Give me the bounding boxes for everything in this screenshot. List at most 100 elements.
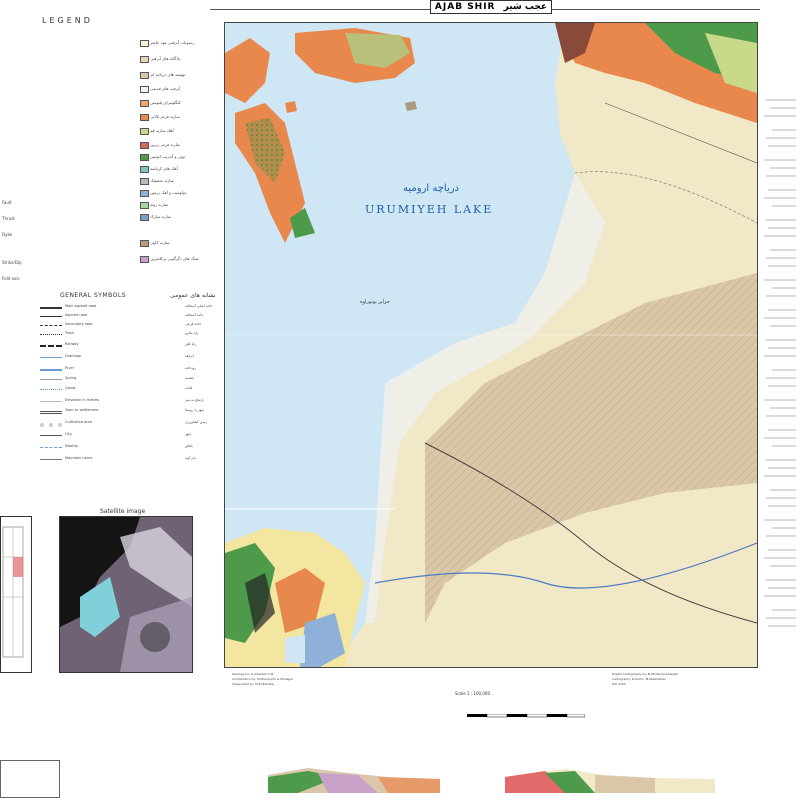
symbol-label-fa: چشمه <box>185 376 195 380</box>
map-canvas: دریاچه ارومیه URUMIYEH LAKE جزایر بوتورا… <box>225 23 757 667</box>
scale-bar <box>467 703 586 718</box>
cross-section-b <box>505 763 715 793</box>
legend-swatch <box>140 100 149 107</box>
symbol-label-fa: قنات <box>185 386 193 390</box>
symbol-label-fa: جاده آسفالته <box>185 313 204 317</box>
symbol-row: City شهر <box>40 432 220 439</box>
credit-right-1: Digital Cartography by: M.Mohammadzadeh <box>612 672 679 676</box>
credit-right-3: GSI 2003 <box>612 682 626 686</box>
legend-swatch <box>140 72 149 79</box>
legend-item: توف و آندزیت ائوسن <box>150 154 186 159</box>
credit-left-3: Supervised by: M.E.Mahdavi <box>232 682 275 686</box>
legend-item: سازند قرمز زیرین <box>150 142 181 147</box>
symbol-row: Town or settlement شهر یا روستا <box>40 408 220 415</box>
symbol-label: City <box>65 432 72 436</box>
symbol-label-fa: باتلاق <box>185 444 193 448</box>
legend-item: رسوبات آبرفتی عهد حاضر <box>150 40 194 45</box>
cross-section-a <box>268 763 440 793</box>
legend-swatch <box>140 190 149 197</box>
symbol-row: Elevation in metres ارتفاع به متر <box>40 398 220 405</box>
legend-item: آهک سازند قم <box>150 128 174 133</box>
symbol-row: Cultivated area زمین کشاورزی <box>40 420 220 427</box>
symbol-row: Mountain name نام کوه <box>40 456 220 463</box>
symbol-label-fa: نام کوه <box>185 456 196 460</box>
legend-swatch <box>140 256 149 263</box>
symbol-label: Drainage <box>65 354 81 358</box>
symbol-row: Spring چشمه <box>40 376 220 383</box>
legend-swatch <box>140 214 149 221</box>
legend-swatch <box>140 86 149 93</box>
credit-left-2: Contribution by: M.Mehrparto & Mohajjel <box>232 677 293 681</box>
geological-map[interactable]: دریاچه ارومیه URUMIYEH LAKE جزایر بوتورا… <box>224 22 758 668</box>
symbol-label: Mountain name <box>65 456 93 460</box>
legend-swatch <box>140 178 149 185</box>
symbol-row: River رودخانه <box>40 366 220 373</box>
symbol-label-fa: جاده فرعی <box>185 322 202 326</box>
symbol-label: Spring <box>65 376 77 380</box>
legend-item: سازند لالون <box>150 240 170 245</box>
satellite-canvas <box>60 517 192 672</box>
island-label: جزایر بوتوراوه <box>360 299 390 305</box>
general-symbols-title-fa: نشانه های عمومی <box>170 292 216 299</box>
legend-item: سازند قرمز بالایی <box>150 114 180 119</box>
description-column <box>762 90 798 650</box>
symbol-label: Qanat <box>65 386 76 390</box>
symbol-label-fa: ارتفاع به متر <box>185 398 204 402</box>
sw-lake-inlet <box>285 635 305 663</box>
symbol-label: Main asphalt road <box>65 304 97 308</box>
scale-label: Scale 1 : 100,000 <box>455 691 491 696</box>
symbol-label-fa: آبراهه <box>185 354 194 358</box>
general-symbols-title: GENERAL SYMBOLS <box>60 292 127 299</box>
legend-item: آبرفت های قدیمی <box>150 86 181 91</box>
credit-left-1: Geology by: G.Alizadeh S.M. <box>232 672 275 676</box>
symbol-row: Track راه مالرو <box>40 331 220 338</box>
symbol-row: Railway راه آهن <box>40 342 220 349</box>
symbol-row: Main asphalt road جاده اصلی آسفالته <box>40 304 220 311</box>
legend-item: پادگانه های آبرفتی <box>150 56 181 61</box>
legend-item: سازند شمشک <box>150 178 174 183</box>
symbol-label-fa: راه آهن <box>185 342 197 346</box>
lake-name-fa: دریاچه ارومیه <box>403 183 459 194</box>
symbol-label-fa: شهر <box>185 432 192 436</box>
legend-left-item: Strike/Dip <box>2 260 22 265</box>
symbol-row: Secondary road جاده فرعی <box>40 322 220 329</box>
legend-swatch <box>140 154 149 161</box>
symbol-label: Swamp <box>65 444 78 448</box>
legend-left-item: Dyke <box>2 232 13 237</box>
legend-swatch <box>140 166 149 173</box>
map-title-en: AJAB SHIR <box>434 2 496 12</box>
credit-right-2: Cartography Director: M.Pezeshkian <box>612 677 666 681</box>
symbol-row: Drainage آبراهه <box>40 354 220 361</box>
lake-name-en: URUMIYEH LAKE <box>365 203 493 216</box>
legend-swatch <box>140 40 149 47</box>
satellite-image <box>59 516 193 673</box>
legend-swatch <box>140 56 149 63</box>
legend-item: سازند مبارک <box>150 214 172 219</box>
symbol-label: Cultivated area <box>65 420 92 424</box>
legend-swatch <box>140 240 149 247</box>
symbol-label-fa: جاده اصلی آسفالته <box>185 304 213 308</box>
legend-swatch <box>140 142 149 149</box>
symbol-label: Track <box>65 331 75 335</box>
legend-left-item: Thrust <box>2 216 15 221</box>
island-tiny <box>285 101 297 113</box>
legend-title: LEGEND <box>42 16 93 25</box>
symbol-label: Elevation in metres <box>65 398 99 402</box>
symbol-label: Asphalt road <box>65 313 88 317</box>
legend-swatch <box>140 202 149 209</box>
map-title: AJAB SHIR عجب شیر <box>430 0 552 14</box>
symbol-label: River <box>65 366 75 370</box>
symbol-label-fa: راه مالرو <box>185 331 199 335</box>
description-lines <box>762 90 798 652</box>
symbol-label: Secondary road <box>65 322 93 326</box>
symbol-label: Town or settlement <box>65 408 99 412</box>
symbol-label-fa: شهر یا روستا <box>185 408 205 412</box>
legend-item: سازند روته <box>150 202 169 207</box>
satellite-title: Satellite image <box>100 508 146 515</box>
map-header <box>0 0 800 18</box>
symbol-label-fa: زمین کشاورزی <box>185 420 208 424</box>
legend-swatch <box>140 128 149 135</box>
legend-left-item: Fold axis <box>2 276 20 281</box>
legend-item: سنگ های دگرگونی پرکامبرین <box>150 256 199 261</box>
legend-item: کنگلومرای پلیوسن <box>150 100 181 105</box>
